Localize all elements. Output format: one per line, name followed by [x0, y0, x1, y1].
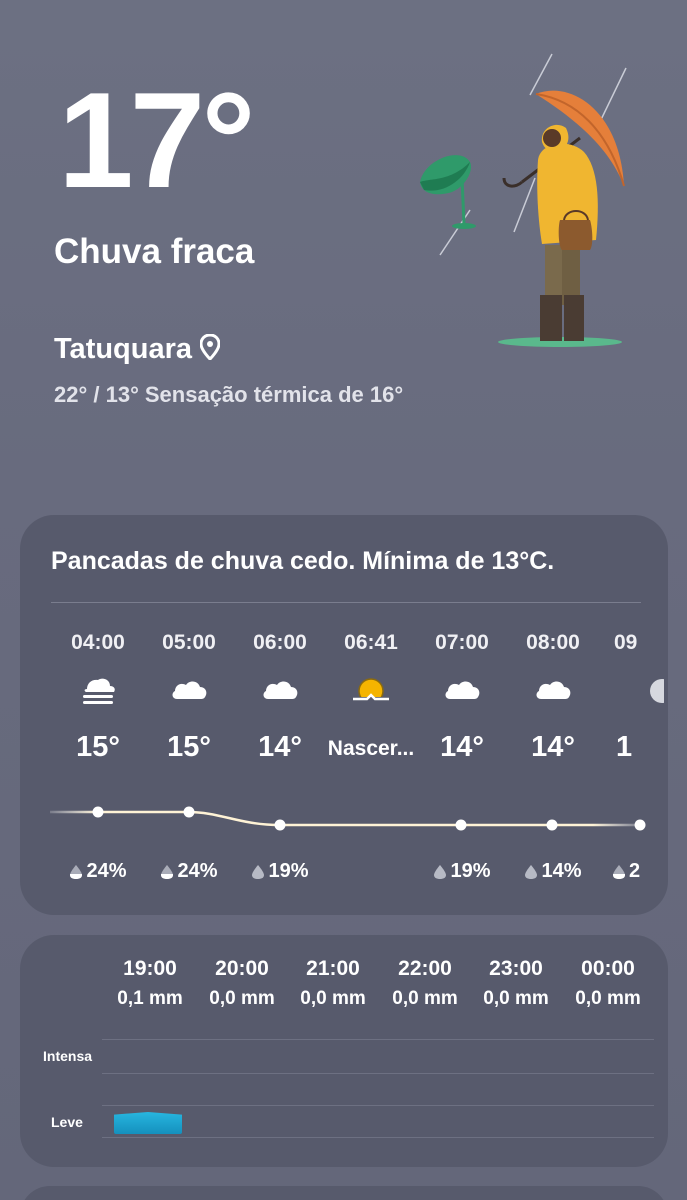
hour-time: 04:00: [71, 631, 125, 654]
next-card-peek[interactable]: [20, 1186, 668, 1200]
hourly-forecast-card[interactable]: Pancadas de chuva cedo. Mínima de 13°C. …: [20, 515, 668, 915]
rain-amount: 0,0 mm: [300, 988, 366, 1009]
intensity-label-low: Leve: [51, 1114, 83, 1130]
rain-hour-time: 23:00: [489, 957, 543, 980]
drop-icon: [434, 864, 447, 879]
precip-chance: 14%: [503, 860, 603, 883]
precip-chance: 24%: [48, 860, 148, 883]
rain-amount: 0,0 mm: [209, 988, 275, 1009]
hour-time: 09: [614, 631, 638, 654]
rain-intensity-bar: [114, 1112, 182, 1134]
hour-temperature: 14°: [258, 731, 302, 763]
precip-value: 14%: [541, 860, 582, 882]
rain-hour-time: 20:00: [215, 957, 269, 980]
hour-time: 08:00: [526, 631, 580, 654]
high-low-temperature: 22° / 13°: [54, 382, 139, 407]
half-drop-icon: [613, 864, 625, 879]
temp-point: [634, 819, 646, 831]
half-drop-icon: [70, 864, 83, 879]
cloud-icon: [263, 681, 298, 699]
current-condition: Chuva fraca: [54, 232, 255, 271]
precip-chance: 2: [612, 860, 668, 883]
rain-amount: 0,0 mm: [392, 988, 458, 1009]
rain-person-illustration: [420, 53, 627, 347]
current-temperature: 17°: [58, 64, 256, 216]
precip-value: 24%: [86, 860, 127, 882]
temperature-summary: 22° / 13° Sensação térmica de 16°: [54, 382, 403, 408]
drop-icon: [252, 864, 265, 879]
hour-temperature: 15°: [76, 731, 120, 763]
hourly-forecast-scroller[interactable]: 04:00 15° 24% 05:00 15° 24% 06:00 14° 19…: [20, 515, 668, 915]
fog-icon: [83, 678, 115, 704]
rain-amount: 0,0 mm: [483, 988, 549, 1009]
hour-time: 06:00: [253, 631, 307, 654]
hour-temperature: 15°: [167, 731, 211, 763]
precip-chance: 19%: [230, 860, 330, 883]
rain-hour-time: 21:00: [306, 957, 360, 980]
moon-icon: [650, 679, 664, 703]
precip-value: 2: [629, 860, 641, 882]
hour-time: 06:41: [344, 631, 398, 654]
hour-temperature: 14°: [440, 731, 484, 763]
location-row[interactable]: Tatuquara: [54, 333, 221, 366]
temperature-trend-line: [50, 806, 646, 831]
precip-chance: 24%: [139, 860, 239, 883]
precipitation-amount-card[interactable]: 19:00 0,1 mm 20:00 0,0 mm 21:00 0,0 mm 2…: [20, 935, 668, 1167]
precip-value: 19%: [450, 860, 491, 882]
location-pin-icon[interactable]: [199, 333, 221, 365]
drop-icon: [525, 864, 538, 879]
rain-hour-time: 22:00: [398, 957, 452, 980]
hour-time: 05:00: [162, 631, 216, 654]
grid-line: [102, 1073, 654, 1074]
rain-amount: 0,1 mm: [117, 988, 183, 1009]
precip-value: 19%: [268, 860, 309, 882]
sunrise-label: Nascer...: [327, 737, 415, 760]
temp-point: [274, 819, 286, 831]
grid-line: [102, 1137, 654, 1138]
precip-value: 24%: [177, 860, 218, 882]
temp-point: [546, 819, 558, 831]
temp-point: [183, 806, 195, 818]
current-weather-hero: 17° Chuva fraca Tatuquara 22° / 13° Sens…: [0, 0, 687, 500]
location-name[interactable]: Tatuquara: [54, 333, 192, 366]
temp-point: [455, 819, 467, 831]
rain-hour-time: 19:00: [123, 957, 177, 980]
temp-point: [92, 806, 104, 818]
cloud-icon: [445, 681, 480, 699]
cloud-icon: [536, 681, 571, 699]
sunrise-icon: [351, 678, 391, 709]
grid-line: [102, 1039, 654, 1040]
rain-hour-time: 00:00: [581, 957, 635, 980]
half-drop-icon: [161, 864, 174, 879]
cloud-icon: [172, 681, 207, 699]
feels-like-temperature: Sensação térmica de 16°: [144, 382, 404, 407]
hour-temperature: 1: [616, 731, 633, 763]
rain-amount: 0,0 mm: [575, 988, 641, 1009]
grid-line: [102, 1105, 654, 1106]
hour-time: 07:00: [435, 631, 489, 654]
intensity-label-high: Intensa: [43, 1048, 93, 1064]
hour-temperature: 14°: [531, 731, 575, 763]
precip-chance: 19%: [412, 860, 512, 883]
